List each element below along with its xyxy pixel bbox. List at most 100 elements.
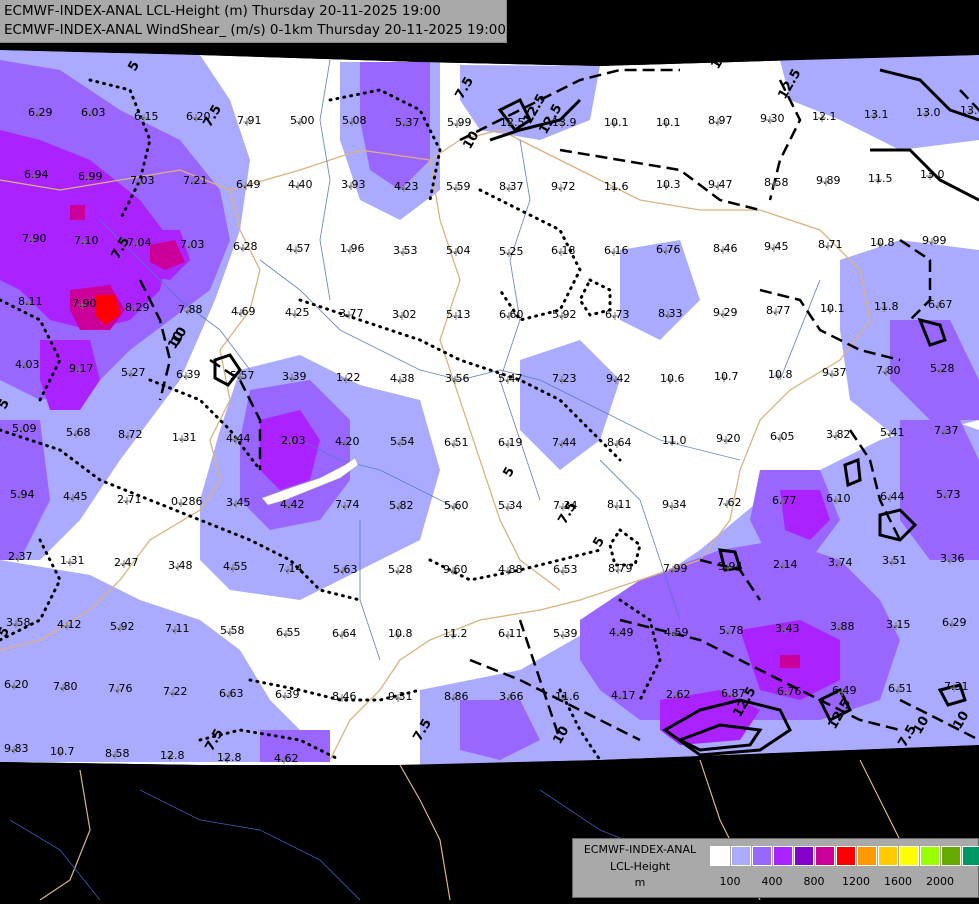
shear-value-label: 6.73 — [605, 308, 630, 321]
shear-value-label: 7.31 — [944, 680, 969, 693]
shear-value-label: 3.15 — [886, 618, 911, 631]
legend-tick: 1600 — [884, 875, 912, 888]
shear-value-label: 4.20 — [335, 435, 360, 448]
shear-value-label: 5.92 — [110, 620, 135, 633]
shear-value-label: 9.45 — [764, 240, 789, 253]
legend-swatch — [920, 846, 940, 866]
weather-map: 6.29 6.03 6.15 6.20 7.91 5.00 5.08 5.37 5.99 12.5… — [0, 0, 979, 901]
shear-value-label: 4.55 — [223, 560, 248, 573]
shear-value-label: 1.22 — [336, 371, 361, 384]
legend-swatch — [857, 846, 877, 866]
shear-value-label: 4.45 — [63, 490, 88, 503]
color-legend: ECMWF-INDEX-ANAL LCL-Height m 100 400 80… — [572, 838, 979, 898]
shear-value-label: 3.02 — [392, 308, 417, 321]
shear-value-label: 13.6 — [960, 104, 979, 117]
shear-value-label: 6.29 — [28, 106, 53, 119]
shear-value-label: 5.78 — [719, 624, 744, 637]
shear-value-label: 7.44 — [552, 436, 577, 449]
legend-swatch — [899, 846, 919, 866]
header-line-2: ECMWF-INDEX-ANAL WindShear_ (m/s) 0-1km … — [4, 22, 506, 38]
shear-value-label: 10.6 — [660, 372, 685, 385]
shear-value-label: 3.36 — [940, 552, 965, 565]
shear-value-label: 7.11 — [165, 622, 190, 635]
shear-value-label: 5.92 — [552, 308, 577, 321]
shear-value-label: 1.31 — [172, 431, 197, 444]
shear-value-label: 6.51 — [888, 682, 913, 695]
shear-value-label: 5.82 — [389, 499, 414, 512]
shear-value-label: 3.58 — [6, 616, 31, 629]
shear-value-label: 5.94 — [718, 560, 743, 573]
shear-value-label: 9.29 — [713, 306, 738, 319]
shear-value-label: 5.41 — [880, 426, 905, 439]
shear-value-label: 11.8 — [874, 300, 899, 313]
legend-title-1: ECMWF-INDEX-ANAL — [583, 843, 697, 856]
map-header: ECMWF-INDEX-ANAL LCL-Height (m) Thursday… — [0, 0, 507, 43]
shear-value-label: 10.7 — [714, 370, 739, 383]
shear-value-label: 8.46 — [713, 242, 738, 255]
shear-value-label: 7.91 — [237, 114, 262, 127]
shear-value-label: 6.94 — [24, 168, 49, 181]
shear-value-label: 7.90 — [22, 232, 47, 245]
shear-value-label: 7.23 — [552, 372, 577, 385]
shear-value-label: 5.63 — [333, 563, 358, 576]
shear-value-label: 7.03 — [180, 238, 205, 251]
shear-value-label: 10.1 — [656, 116, 681, 129]
shear-value-label: 0.286 — [171, 495, 203, 508]
shear-value-label: 5.13 — [446, 308, 471, 321]
shear-value-label: 6.44 — [880, 490, 905, 503]
shear-value-label: 3.93 — [341, 178, 366, 191]
shear-value-label: 4.49 — [609, 626, 634, 639]
shear-value-label: 6.20 — [4, 678, 29, 691]
shear-value-label: 8.71 — [818, 238, 843, 251]
shear-value-label: 6.39 — [176, 368, 201, 381]
shear-value-label: 4.62 — [274, 752, 299, 765]
shear-value-label: 3.39 — [282, 370, 307, 383]
shear-value-label: 3.88 — [830, 620, 855, 633]
shear-value-label: 11.6 — [555, 690, 580, 703]
shear-value-label: 7.74 — [335, 498, 360, 511]
shear-value-label: 10.1 — [820, 302, 845, 315]
shear-value-label: 8.72 — [118, 428, 143, 441]
shear-value-label: 10.7 — [50, 745, 75, 758]
shear-value-label: 8.58 — [105, 747, 130, 760]
shear-value-label: 5.39 — [553, 627, 578, 640]
shear-value-label: 6.76 — [656, 243, 681, 256]
shear-value-label: 5.60 — [444, 499, 469, 512]
shear-value-label: 7.10 — [74, 234, 99, 247]
shear-value-label: 5.09 — [12, 422, 37, 435]
shear-value-label: 6.18 — [551, 244, 576, 257]
shear-value-label: 5.27 — [121, 366, 146, 379]
shear-value-label: 9.99 — [922, 234, 947, 247]
shear-value-label: 4.88 — [498, 563, 523, 576]
shear-value-label: 8.97 — [708, 114, 733, 127]
shear-value-label: 7.37 — [934, 424, 959, 437]
shear-value-label: 2.71 — [117, 493, 142, 506]
shear-value-label: 10.8 — [870, 236, 895, 249]
shear-value-label: 3.66 — [499, 690, 524, 703]
shear-value-label: 11.0 — [662, 434, 687, 447]
legend-tick: 100 — [719, 875, 741, 888]
legend-swatch — [752, 846, 772, 866]
shear-value-label: 5.54 — [390, 435, 415, 448]
shear-value-label: 5.73 — [936, 488, 961, 501]
shear-value-label: 2.37 — [8, 550, 33, 563]
shear-value-label: 7.03 — [130, 174, 155, 187]
shear-value-label: 4.38 — [390, 372, 415, 385]
shear-value-label: 8.11 — [607, 498, 632, 511]
shear-value-label: 13.1 — [864, 108, 889, 121]
shear-value-label: 5.99 — [447, 116, 472, 129]
shear-value-label: 7.80 — [53, 680, 78, 693]
shear-value-label: 6.64 — [332, 627, 357, 640]
legend-swatch — [773, 846, 793, 866]
shear-value-label: 4.40 — [288, 178, 313, 191]
legend-swatch — [941, 846, 961, 866]
shear-value-label: 5.28 — [388, 563, 413, 576]
shear-value-label: 6.29 — [942, 616, 967, 629]
shear-value-label: 5.25 — [499, 245, 524, 258]
legend-swatch — [731, 846, 751, 866]
shear-value-label: 7.62 — [717, 496, 742, 509]
shear-value-label: 7.90 — [72, 297, 97, 310]
shear-value-label: 2.62 — [666, 688, 691, 701]
shear-value-label: 7.80 — [876, 364, 901, 377]
shear-value-label: 2.03 — [281, 434, 306, 447]
